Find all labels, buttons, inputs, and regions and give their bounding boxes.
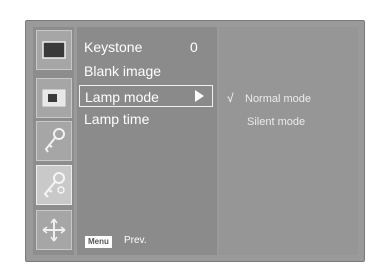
option-normal-mode[interactable]: Normal mode <box>245 91 311 107</box>
sidebar-item-picture[interactable] <box>36 78 72 118</box>
menu-item-label: Lamp time <box>84 111 150 127</box>
menu-item-label: Blank image <box>84 63 162 79</box>
sidebar-item-key[interactable] <box>36 121 72 161</box>
menu-item-lamp-mode[interactable]: Lamp mode <box>79 85 213 107</box>
move-icon <box>42 218 66 242</box>
menu-item-label: Keystone <box>84 39 143 55</box>
prev-label: Prev. <box>124 235 147 246</box>
option-silent-mode[interactable]: Silent mode <box>247 114 305 130</box>
menu-item-keystone[interactable]: Keystone <box>84 36 142 58</box>
menu-item-blank-image[interactable]: Blank image <box>84 60 161 82</box>
check-icon: √ <box>227 91 234 105</box>
option-label: Normal mode <box>245 93 312 105</box>
keystone-value: 0 <box>190 39 198 55</box>
option-label: Silent mode <box>247 116 306 128</box>
menu-item-label: Lamp mode <box>85 89 159 105</box>
picture-in-picture-icon <box>42 89 66 107</box>
sidebar-item-move[interactable] <box>36 210 72 250</box>
sidebar-item-screen[interactable] <box>36 30 72 70</box>
key-icon <box>44 128 65 153</box>
sidebar-item-tools[interactable] <box>36 165 72 205</box>
tools-icon <box>43 172 65 198</box>
screen-icon <box>42 41 66 59</box>
menu-item-lamp-time[interactable]: Lamp time <box>84 108 149 130</box>
submenu-arrow-icon <box>195 90 204 102</box>
submenu-panel <box>219 27 358 255</box>
menu-key-badge: Menu <box>85 236 112 248</box>
